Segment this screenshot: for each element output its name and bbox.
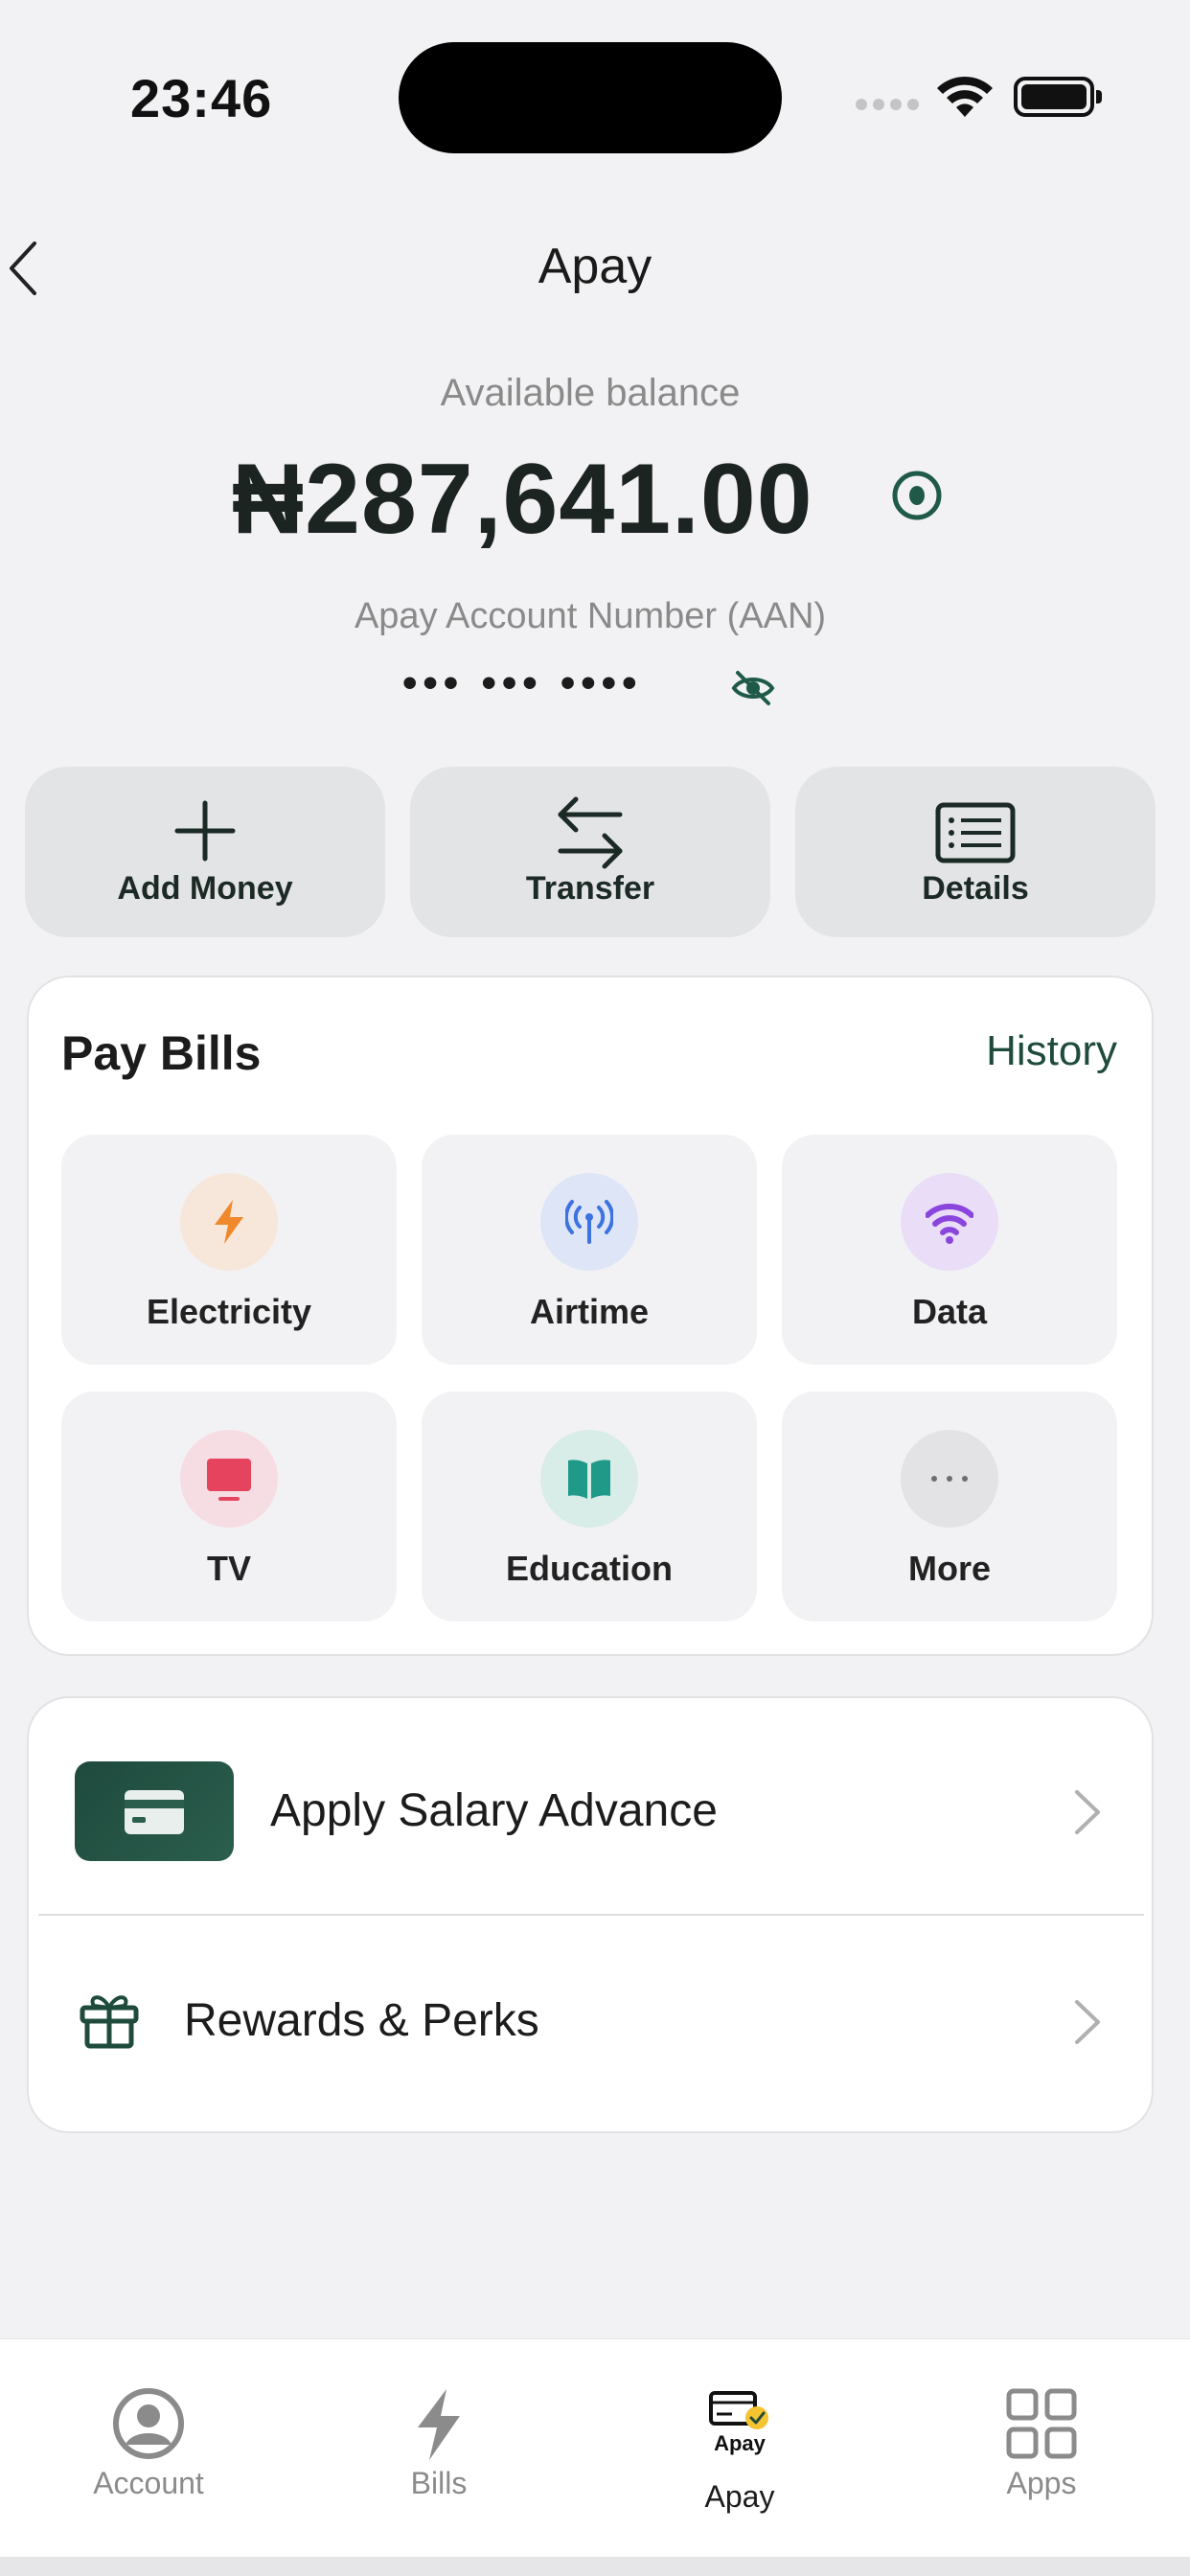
bill-tile-airtime[interactable]: Airtime — [422, 1135, 757, 1365]
status-time: 23:46 — [130, 68, 273, 128]
battery-icon — [1014, 77, 1102, 117]
aan-value: ••• ••• •••• — [402, 659, 643, 706]
tab-bar: Account Bills Apay Apay Apps — [0, 2338, 1190, 2557]
balance-amount: ₦287,641.00 — [232, 444, 813, 555]
details-label: Details — [922, 870, 1029, 907]
bill-tile-label: Data — [911, 1292, 988, 1331]
apay-logo-text: Apay — [714, 2431, 767, 2455]
tab-apay[interactable]: Apay Apay — [591, 2339, 888, 2531]
bill-tile-label: Electricity — [146, 1292, 312, 1331]
apply-salary-advance-label: Apply Salary Advance — [270, 1785, 718, 1836]
dynamic-island — [399, 42, 782, 153]
book-icon — [568, 1460, 610, 1499]
tab-bills[interactable]: Bills — [290, 2339, 587, 2531]
chevron-right-icon — [1075, 1790, 1100, 1834]
education-icon-circle — [540, 1430, 638, 1528]
list-card-icon — [935, 802, 1016, 863]
electricity-icon-circle — [180, 1173, 278, 1271]
tv-icon-circle — [180, 1430, 278, 1528]
apply-salary-advance-row[interactable]: Apply Salary Advance — [27, 1696, 1163, 1913]
bill-tile-label: Airtime — [529, 1292, 650, 1331]
salary-card-icon — [75, 1761, 234, 1861]
airtime-icon-circle — [540, 1173, 638, 1271]
more-dots-icon — [931, 1476, 968, 1482]
tab-label: Apay — [704, 2479, 775, 2514]
tab-label: Account — [93, 2466, 204, 2500]
tab-label: Bills — [410, 2466, 468, 2500]
tv-icon — [207, 1459, 251, 1501]
tab-apps[interactable]: Apps — [893, 2339, 1190, 2531]
cellular-signal-icon — [856, 92, 919, 113]
aan-label: Apay Account Number (AAN) — [354, 596, 827, 636]
status-bar: 23:46 — [0, 0, 1190, 192]
lightning-icon — [215, 1200, 243, 1244]
home-indicator — [0, 2557, 1190, 2576]
plus-icon — [174, 800, 236, 862]
transfer-arrows-icon — [558, 796, 623, 869]
tab-label: Apps — [1006, 2466, 1077, 2500]
transfer-button[interactable]: Transfer — [410, 767, 770, 937]
add-money-label: Add Money — [117, 870, 293, 907]
account-icon — [113, 2388, 184, 2459]
apay-logo-icon: Apay — [709, 2391, 768, 2455]
antenna-icon — [565, 1200, 613, 1244]
page-title: Apay — [538, 239, 652, 294]
balance-label: Available balance — [440, 372, 741, 414]
add-money-button[interactable]: Add Money — [25, 767, 385, 937]
pay-bills-title: Pay Bills — [61, 1026, 262, 1080]
details-button[interactable]: Details — [795, 767, 1156, 937]
data-icon-circle — [901, 1173, 998, 1271]
bill-tile-tv[interactable]: TV — [61, 1392, 397, 1622]
tab-account[interactable]: Account — [0, 2339, 297, 2531]
apps-grid-icon — [1006, 2388, 1077, 2459]
gift-icon — [80, 1995, 139, 2049]
wifi-icon — [926, 1204, 973, 1244]
rewards-perks-label: Rewards & Perks — [184, 1995, 539, 2046]
history-link[interactable]: History — [986, 1027, 1117, 1075]
eye-icon[interactable] — [891, 470, 943, 521]
bill-tile-electricity[interactable]: Electricity — [61, 1135, 397, 1365]
bill-tile-label: More — [907, 1549, 991, 1588]
rewards-perks-row[interactable]: Rewards & Perks — [27, 1916, 1163, 2127]
bolt-icon — [418, 2389, 460, 2460]
transfer-label: Transfer — [525, 870, 655, 907]
bill-tile-data[interactable]: Data — [782, 1135, 1117, 1365]
wifi-status-icon — [937, 76, 993, 117]
chevron-right-icon — [1075, 2000, 1100, 2044]
apay-screen: 23:46 Apay Available balance ₦287,641.00… — [0, 0, 1190, 2576]
more-icon-circle — [901, 1430, 998, 1528]
bill-tile-label: TV — [206, 1549, 251, 1588]
bill-tile-more[interactable]: More — [782, 1392, 1117, 1622]
bill-tile-education[interactable]: Education — [422, 1392, 757, 1622]
bill-tile-label: Education — [505, 1549, 673, 1588]
eye-off-icon[interactable] — [730, 665, 776, 711]
